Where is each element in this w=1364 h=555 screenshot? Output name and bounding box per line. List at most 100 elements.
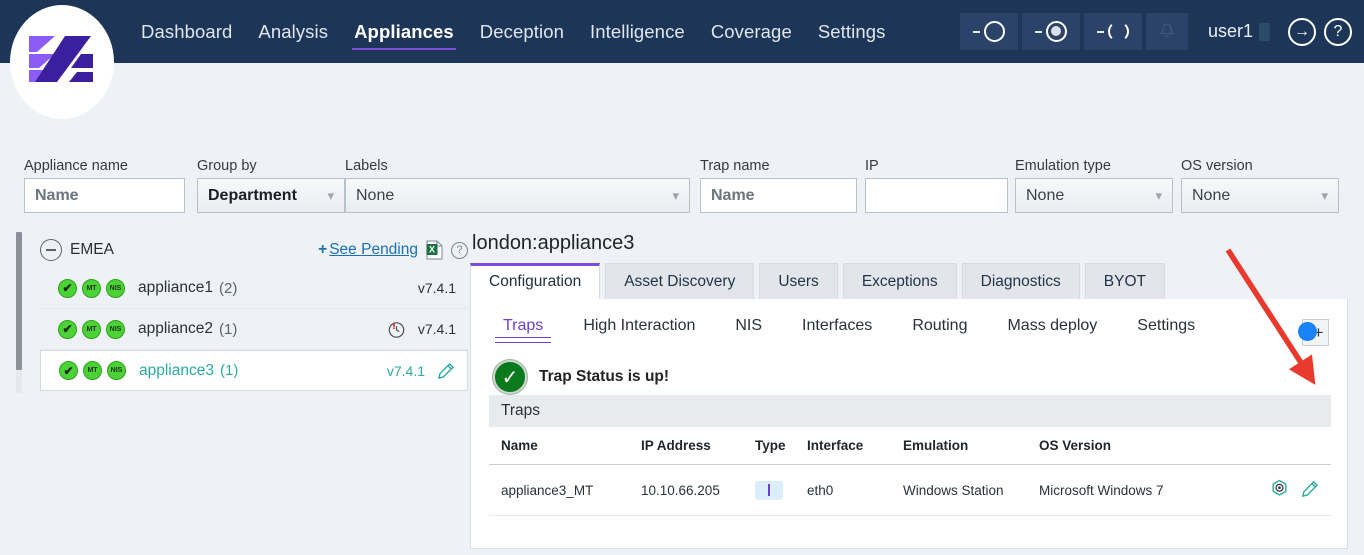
header-right-controls: user1 → ?: [960, 0, 1352, 63]
ip-input[interactable]: [865, 178, 1008, 213]
appliance-row-appliance2[interactable]: ✔ MT NIS appliance2 (1) v7.4.1: [40, 309, 468, 350]
status-tile-outline[interactable]: [960, 13, 1018, 50]
mouse-cursor-highlight: [1298, 322, 1317, 341]
appliance-count: (1): [219, 321, 237, 338]
list-scrollbar-thumb[interactable]: [16, 232, 22, 370]
group-by-select[interactable]: Department ▾: [197, 178, 345, 213]
os-version-select[interactable]: None ▾: [1181, 178, 1339, 213]
nav-item-dashboard[interactable]: Dashboard: [128, 17, 245, 47]
filter-label-labels: Labels: [345, 158, 690, 174]
cell-name: appliance3_MT: [489, 465, 629, 516]
appliance-name: appliance1: [138, 279, 213, 297]
trap-name-placeholder: Name: [711, 187, 755, 205]
excel-export-icon-svg: X: [426, 240, 443, 260]
appliance-group-header: EMEA +See Pending X ?: [40, 232, 468, 268]
nav-item-intelligence[interactable]: Intelligence: [577, 17, 698, 47]
detail-tabs: Configuration Asset Discovery Users Exce…: [470, 263, 1348, 299]
appliance-list-panel: EMEA +See Pending X ? ✔ MT NIS appliance…: [16, 232, 468, 407]
see-pending-link[interactable]: +See Pending: [318, 241, 418, 259]
subtab-traps[interactable]: Traps: [483, 311, 563, 343]
list-scrollbar[interactable]: [16, 232, 22, 393]
appliance-row-appliance1[interactable]: ✔ MT NIS appliance1 (2) v7.4.1: [40, 268, 468, 309]
filter-label-os-version: OS version: [1181, 158, 1339, 174]
top-navigation-bar: Dashboard Analysis Appliances Deception …: [0, 0, 1364, 63]
tab-byot[interactable]: BYOT: [1085, 263, 1165, 299]
cell-ip-address: 10.10.66.205: [629, 465, 743, 516]
appliance-rows: ✔ MT NIS appliance1 (2) v7.4.1 ✔ MT NIS …: [40, 268, 468, 391]
col-type: Type: [743, 427, 795, 465]
logout-arrow-icon[interactable]: →: [1288, 18, 1316, 46]
collapse-group-button[interactable]: [40, 239, 62, 261]
row-action-group: [1269, 479, 1331, 501]
cell-actions: [1257, 465, 1331, 516]
subtab-mass-deploy[interactable]: Mass deploy: [987, 311, 1117, 343]
edit-pencil-icon[interactable]: [1301, 480, 1319, 501]
tab-exceptions[interactable]: Exceptions: [843, 263, 957, 299]
nis-badge: NIS: [106, 320, 125, 339]
traps-table: Name IP Address Type Interface Emulation…: [489, 427, 1331, 516]
trap-name-input[interactable]: Name: [700, 178, 857, 213]
subtab-interfaces[interactable]: Interfaces: [782, 311, 892, 343]
help-question-icon[interactable]: ?: [1324, 18, 1352, 46]
nis-badge: NIS: [107, 361, 126, 380]
emulation-type-select[interactable]: None ▾: [1015, 178, 1173, 213]
subtab-settings[interactable]: Settings: [1117, 311, 1215, 343]
trap-status-text: Trap Status is up!: [539, 368, 669, 386]
nav-item-coverage[interactable]: Coverage: [698, 17, 805, 47]
type-badge: [755, 481, 783, 500]
appliance-row-appliance3[interactable]: ✔ MT NIS appliance3 (1) v7.4.1: [40, 350, 468, 391]
pending-clock-warning-icon: [387, 320, 406, 339]
col-name: Name: [489, 427, 629, 465]
status-ok-badge: ✔: [58, 320, 77, 339]
minus-icon: [46, 249, 56, 251]
edit-pencil-icon-svg: [1301, 480, 1319, 498]
clock-warning-icon-svg: [387, 320, 406, 339]
notifications-button[interactable]: [1146, 13, 1188, 50]
status-tile-broken[interactable]: [1084, 13, 1142, 50]
status-tile-filled[interactable]: [1022, 13, 1080, 50]
tab-users[interactable]: Users: [759, 263, 837, 299]
labels-select[interactable]: None ▾: [345, 178, 690, 213]
plus-sign: +: [318, 241, 327, 258]
filter-label-trap-name: Trap name: [700, 158, 857, 174]
excel-export-icon[interactable]: X: [426, 240, 443, 260]
col-actions: [1257, 427, 1331, 465]
col-os-version: OS Version: [1027, 427, 1257, 465]
nav-item-deception[interactable]: Deception: [467, 17, 577, 47]
table-row[interactable]: appliance3_MT 10.10.66.205 eth0 Windows …: [489, 465, 1331, 516]
traps-table-header-row: Name IP Address Type Interface Emulation…: [489, 427, 1331, 465]
cell-os-version: Microsoft Windows 7: [1027, 465, 1257, 516]
appliance-name-input[interactable]: Name: [24, 178, 185, 213]
app-logo[interactable]: [10, 5, 114, 119]
target-icon[interactable]: [1270, 479, 1289, 501]
tab-asset-discovery[interactable]: Asset Discovery: [605, 263, 754, 299]
nav-item-appliances[interactable]: Appliances: [341, 17, 467, 47]
appliance-version: v7.4.1: [387, 363, 425, 379]
labels-value: None: [356, 187, 394, 205]
appliance-version: v7.4.1: [418, 280, 456, 296]
main-nav: Dashboard Analysis Appliances Deception …: [128, 0, 898, 63]
nav-item-settings[interactable]: Settings: [805, 17, 899, 47]
tab-configuration[interactable]: Configuration: [470, 263, 600, 299]
group-name-label: EMEA: [70, 241, 114, 259]
status-dash-icon: [973, 31, 980, 33]
tab-diagnostics[interactable]: Diagnostics: [962, 263, 1080, 299]
traps-table-title: Traps: [489, 395, 1331, 427]
appliance-row-right: v7.4.1: [387, 362, 467, 380]
col-ip-address: IP Address: [629, 427, 743, 465]
configuration-subtabs: Traps High Interaction NIS Interfaces Ro…: [471, 299, 1347, 343]
nav-item-analysis[interactable]: Analysis: [245, 17, 341, 47]
subtab-high-interaction[interactable]: High Interaction: [563, 311, 715, 343]
subtab-nis[interactable]: NIS: [715, 311, 782, 343]
mt-badge: MT: [83, 361, 102, 380]
filter-os-version: OS version None ▾: [1181, 158, 1339, 213]
help-question-icon[interactable]: ?: [451, 242, 468, 259]
status-dash-icon: [1097, 31, 1104, 33]
appliance-detail-panel: london:appliance3 Configuration Asset Di…: [470, 232, 1348, 549]
filter-ip: IP: [865, 158, 1008, 213]
subtab-routing[interactable]: Routing: [892, 311, 987, 343]
filter-group-by: Group by Department ▾: [197, 158, 345, 213]
edit-pencil-icon[interactable]: [437, 362, 455, 380]
type-bar-icon: [768, 484, 770, 496]
filter-appliance-name: Appliance name Name: [24, 158, 185, 213]
